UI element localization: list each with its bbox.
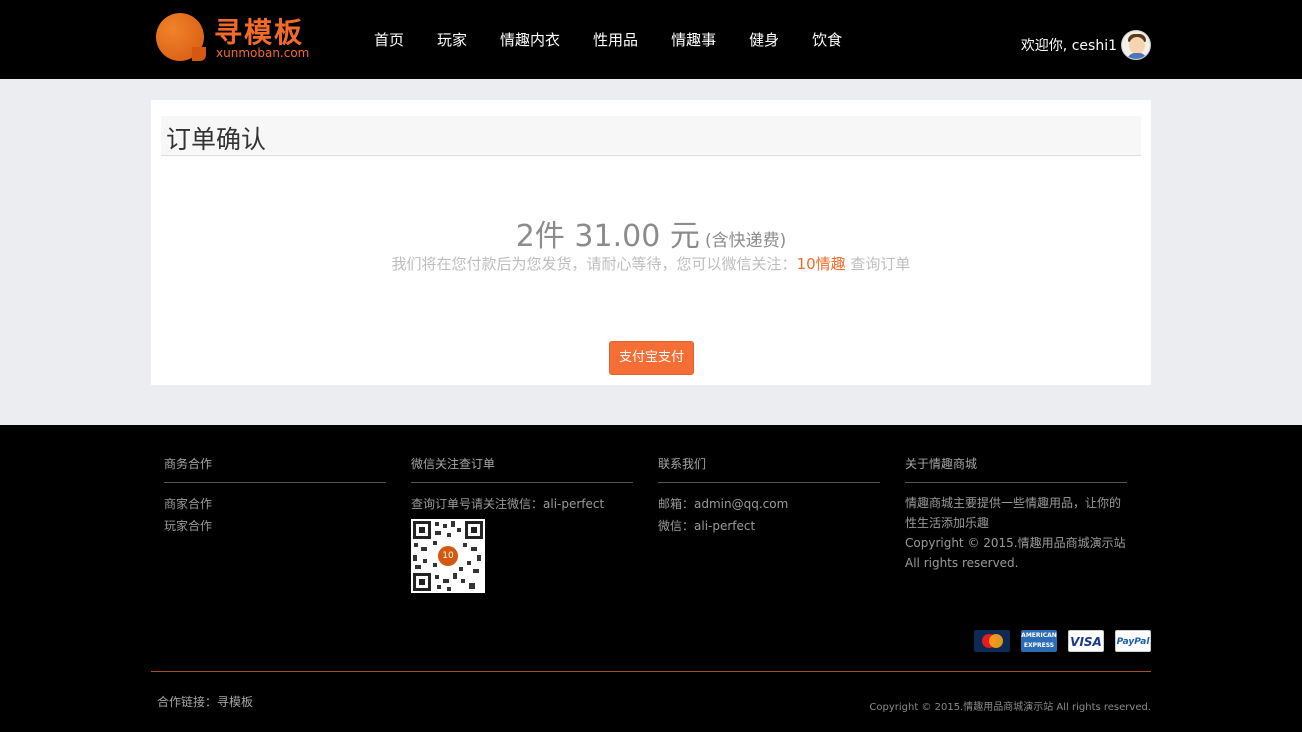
about-copyright: Copyright © 2015.情趣用品商城演示站 All rights re… bbox=[905, 536, 1126, 570]
card-header: 订单确认 bbox=[161, 116, 1141, 156]
alipay-button[interactable]: 支付宝支付 bbox=[609, 341, 694, 375]
nav-item-fitness[interactable]: 健身 bbox=[749, 29, 779, 50]
footer-col-wechat: 微信关注查订单 查询订单号请关注微信：ali-perfect 10 bbox=[411, 455, 633, 593]
qr-code-icon: 10 bbox=[411, 519, 485, 593]
logo-domain: xunmoban.com bbox=[216, 46, 310, 60]
footer-link-player[interactable]: 玩家合作 bbox=[164, 515, 386, 537]
partner-links[interactable]: 合作链接：寻模板 bbox=[157, 693, 253, 710]
footer-col-title: 联系我们 bbox=[658, 455, 880, 483]
order-confirm-card: 订单确认 2件 31.00 元 (含快递费) 我们将在您付款后为您发货，请耐心等… bbox=[151, 100, 1151, 385]
order-total: 2件 31.00 元 bbox=[515, 219, 700, 254]
footer-col-about: 关于情趣商城 情趣商城主要提供一些情趣用品，让你的性生活添加乐趣 Copyrig… bbox=[905, 455, 1127, 573]
site-logo[interactable]: 寻模板 xunmoban.com bbox=[156, 13, 316, 63]
mastercard-icon bbox=[974, 630, 1010, 652]
visa-icon: VISA bbox=[1068, 630, 1104, 652]
nav-item-stories[interactable]: 情趣事 bbox=[671, 29, 716, 50]
about-desc: 情趣商城主要提供一些情趣用品，让你的性生活添加乐趣 bbox=[905, 496, 1122, 530]
nav-item-products[interactable]: 性用品 bbox=[593, 29, 638, 50]
footer-link-merchant[interactable]: 商家合作 bbox=[164, 493, 386, 515]
amex-icon: AMERICAN EXPRESS bbox=[1021, 630, 1057, 652]
avatar[interactable] bbox=[1121, 30, 1151, 60]
footer-col-title: 微信关注查订单 bbox=[411, 455, 633, 483]
footer-col-title: 关于情趣商城 bbox=[905, 455, 1127, 483]
main-nav: 首页 玩家 情趣内衣 性用品 情趣事 健身 饮食 bbox=[374, 0, 875, 79]
user-menu[interactable]: 欢迎你, ceshi1 bbox=[1021, 30, 1151, 60]
nav-item-lingerie[interactable]: 情趣内衣 bbox=[500, 29, 560, 50]
welcome-text: 欢迎你, ceshi1 bbox=[1020, 38, 1117, 54]
footer-col-title: 商务合作 bbox=[164, 455, 386, 483]
paypal-icon: PayPal bbox=[1115, 630, 1151, 652]
logo-text: 寻模板 bbox=[214, 16, 305, 49]
site-footer: 商务合作 商家合作 玩家合作 微信关注查订单 查询订单号请关注微信：ali-pe… bbox=[0, 425, 1302, 732]
wechat-text: 查询订单号请关注微信：ali-perfect bbox=[411, 497, 605, 511]
nav-item-diet[interactable]: 饮食 bbox=[812, 29, 842, 50]
hint-text: 我们将在您付款后为您发货，请耐心等待，您可以微信关注： bbox=[391, 255, 797, 273]
hint-suffix: 查询订单 bbox=[845, 255, 911, 273]
page-title: 订单确认 bbox=[166, 125, 267, 154]
shipping-note: (含快递费) bbox=[704, 231, 787, 251]
contact-wechat: 微信：ali-perfect bbox=[658, 519, 756, 533]
qr-badge: 10 bbox=[438, 546, 458, 566]
top-header: 寻模板 xunmoban.com 首页 玩家 情趣内衣 性用品 情趣事 健身 饮… bbox=[0, 0, 1302, 79]
order-hint: 我们将在您付款后为您发货，请耐心等待，您可以微信关注：10情趣 查询订单 bbox=[151, 253, 1151, 274]
order-summary: 2件 31.00 元 (含快递费) bbox=[151, 211, 1151, 255]
contact-email: 邮箱：admin@qq.com bbox=[658, 497, 789, 511]
payment-cards: AMERICAN EXPRESS VISA PayPal bbox=[974, 630, 1151, 652]
footer-col-business: 商务合作 商家合作 玩家合作 bbox=[164, 455, 386, 537]
footer-col-contact: 联系我们 邮箱：admin@qq.com 微信：ali-perfect bbox=[658, 455, 880, 537]
footer-divider bbox=[151, 671, 1151, 672]
bottom-copyright: Copyright © 2015.情趣用品商城演示站 All rights re… bbox=[869, 702, 1151, 713]
nav-item-players[interactable]: 玩家 bbox=[437, 29, 467, 50]
wechat-account-link[interactable]: 10情趣 bbox=[797, 255, 846, 273]
nav-item-home[interactable]: 首页 bbox=[374, 29, 404, 50]
logo-mark-icon bbox=[156, 13, 206, 61]
